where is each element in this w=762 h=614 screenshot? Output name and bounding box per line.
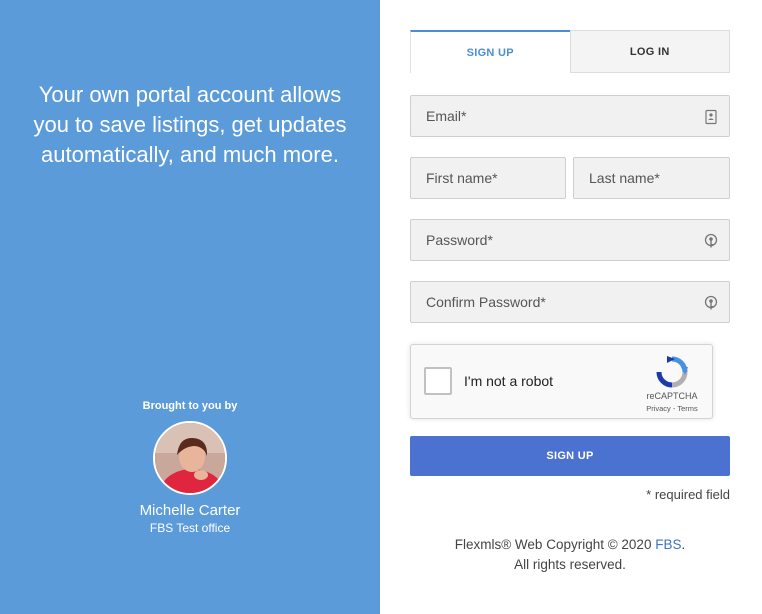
recaptcha-links: Privacy - Terms <box>637 404 707 413</box>
key-icon <box>703 295 719 311</box>
recaptcha-privacy-link[interactable]: Privacy <box>646 404 671 413</box>
agent-avatar <box>153 421 227 495</box>
promo-tagline: Your own portal account allows you to sa… <box>33 82 347 167</box>
email-field-wrapper <box>410 95 730 137</box>
confirm-password-field-wrapper <box>410 281 730 323</box>
agent-office: FBS Test office <box>149 521 231 535</box>
first-name-field-wrapper <box>410 157 566 199</box>
required-field-note: * required field <box>646 487 730 502</box>
password-field-wrapper <box>410 219 730 261</box>
last-name-field-wrapper <box>573 157 730 199</box>
agent-photo-icon <box>155 423 225 493</box>
brought-by-label: Brought to you by <box>142 400 238 412</box>
recaptcha-widget: I'm not a robot reCAPTCHA Privacy - Term… <box>410 344 713 419</box>
promo-panel: Your own portal account allows you to sa… <box>0 0 380 614</box>
password-field[interactable] <box>411 220 729 260</box>
recaptcha-brand: reCAPTCHA <box>646 391 698 401</box>
agent-name: Michelle Carter <box>139 502 241 519</box>
recaptcha-checkbox[interactable] <box>424 367 452 395</box>
copyright-footer: Flexmls® Web Copyright © 2020 FBS. All r… <box>410 535 730 575</box>
copyright-line: Flexmls® Web Copyright © 2020 FBS. <box>410 535 730 555</box>
confirm-password-field[interactable] <box>411 282 729 322</box>
first-name-field[interactable] <box>411 158 565 198</box>
tab-sign-up[interactable]: SIGN UP <box>410 30 570 73</box>
sign-up-button[interactable]: SIGN UP <box>410 436 730 476</box>
copyright-text: Flexmls® Web Copyright © 2020 <box>454 537 656 552</box>
contact-card-icon <box>703 109 719 125</box>
auth-tabs: SIGN UP LOG IN <box>410 30 730 73</box>
copyright-period: . <box>681 537 686 552</box>
key-icon <box>703 233 719 249</box>
tab-log-in[interactable]: LOG IN <box>569 30 730 73</box>
last-name-field[interactable] <box>574 158 729 198</box>
fbs-link[interactable]: FBS <box>655 537 681 552</box>
email-field[interactable] <box>411 96 729 136</box>
recaptcha-terms-link[interactable]: Terms <box>677 404 697 413</box>
rights-text: All rights reserved. <box>514 557 626 572</box>
recaptcha-logo-icon <box>655 355 689 389</box>
recaptcha-label: I'm not a robot <box>464 373 554 389</box>
